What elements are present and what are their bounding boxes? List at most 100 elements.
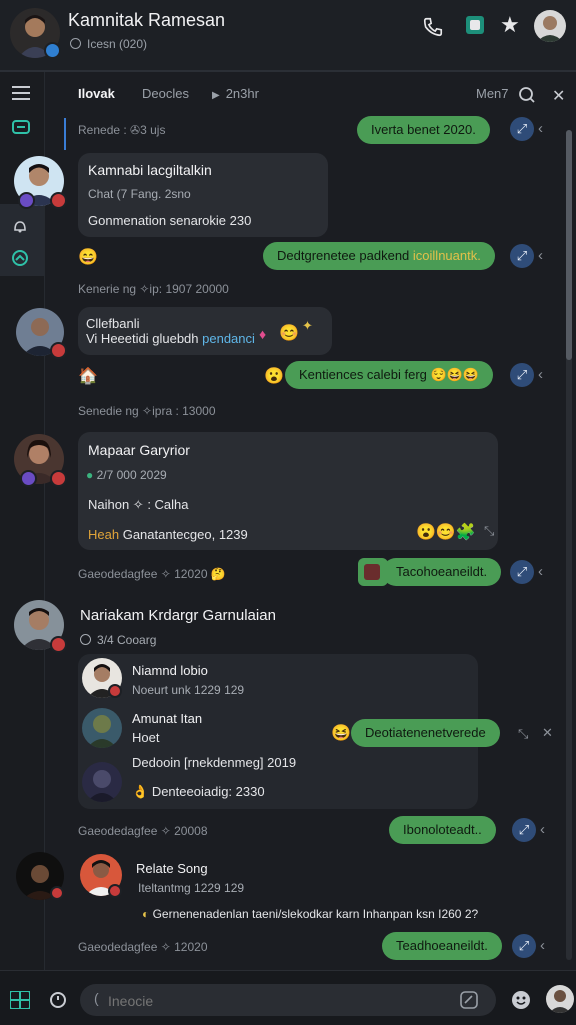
sender-name: Relate Song (136, 861, 208, 876)
expand-icon[interactable]: ⤡ (518, 726, 528, 742)
play-icon: ▶ (212, 90, 220, 101)
status-badge (50, 636, 67, 653)
chevron-left-icon[interactable]: ‹ (538, 247, 543, 264)
reply-bubble[interactable]: Tacohoeaneildt. (382, 558, 502, 586)
message-line: 👌 Denteeoiadig: 2330 (132, 784, 265, 800)
message-line: Dedooin [rnekdenmeg] 2019 (132, 755, 297, 770)
tab-time-label: 2n3hr (225, 86, 259, 101)
reply-highlight: icoillnuantk. (412, 248, 481, 263)
status-text: Icesn (020) (87, 37, 148, 51)
profile-icon[interactable] (534, 10, 566, 42)
phone-icon[interactable] (422, 16, 444, 43)
group-sub: 3/4 Cooarg (80, 633, 156, 647)
refresh-icon[interactable] (10, 248, 30, 273)
status-badge (108, 684, 122, 698)
message-meta: Gaeodedagfee ✧ 12020 🤔 (78, 567, 226, 581)
link-icon[interactable]: ⤢ (510, 363, 534, 387)
status-badge (108, 884, 122, 898)
avatar[interactable] (82, 708, 122, 748)
chat-icon[interactable] (12, 120, 30, 141)
sender-name: Niamnd lobio (132, 663, 208, 678)
status-badge (20, 470, 37, 487)
chevron-left-icon[interactable]: ‹ (538, 120, 543, 137)
grid-icon[interactable] (9, 990, 31, 1014)
app-icon[interactable] (466, 16, 484, 34)
message-text: Gernenenadenlan taeni/slekodkar karn Inh… (152, 907, 479, 921)
text-cursor: ( (94, 990, 99, 1006)
message-date: ● 2/7 000 2029 (86, 468, 167, 482)
close-icon[interactable]: ✕ (542, 725, 553, 741)
sub-text: 3/4 Cooarg (97, 633, 157, 647)
star-icon[interactable]: ★ (500, 12, 520, 38)
contact-status: Icesn (020) (70, 37, 147, 51)
sender-name: Mapaar Garyrior (88, 442, 190, 458)
reply-bubble[interactable]: Teadhoeaneildt. (382, 932, 502, 960)
timer-icon[interactable] (48, 989, 68, 1014)
clock-icon (80, 634, 91, 645)
message-line: Cllefbanli (86, 316, 140, 331)
message-line: Heah Ganatantecgeo, 1239 (88, 527, 248, 542)
message-input[interactable] (106, 988, 450, 1014)
message-composer[interactable]: ( (80, 984, 496, 1016)
scrollbar[interactable] (566, 130, 572, 960)
link-icon[interactable]: ⤢ (510, 560, 534, 584)
status-badge (50, 470, 67, 487)
meta-text: Gaeodedagfee ✧ 12020 (78, 567, 208, 581)
chevron-left-icon[interactable]: ‹ (538, 563, 543, 580)
sender-name: Amunat Itan (132, 711, 203, 726)
filter-bar: Ilovak Deocles ▶ 2n3hr Men7 ✕ (66, 78, 576, 112)
reply-text: Dedtgrenetee padkend (277, 248, 410, 263)
message-text: Ganatantecgeo, 1239 (122, 527, 248, 542)
chevron-left-icon[interactable]: ‹ (540, 937, 545, 954)
chevron-left-icon[interactable]: ‹ (540, 821, 545, 838)
user-avatar[interactable] (546, 985, 574, 1013)
reply-bubble[interactable]: Deotiatenenetverede (351, 719, 500, 747)
status-badge (50, 886, 64, 900)
avatar[interactable] (82, 762, 122, 802)
search-icon[interactable] (518, 86, 536, 109)
globe-icon: ● (86, 468, 94, 482)
expand-icon[interactable]: ⤡ (484, 523, 494, 539)
link-icon[interactable]: ⤢ (510, 117, 534, 141)
bell-icon[interactable] (12, 218, 28, 239)
reply-text: Kentiences calebi ferg (299, 367, 427, 382)
message-meta: Renede : ✇3 ujs (78, 123, 166, 137)
sparkle-icon: ✦ (302, 318, 313, 333)
reply-bubble[interactable]: Iverta benet 2020. (357, 116, 490, 144)
meta-text: Gaeodedagfee ✧ 20008 (78, 824, 208, 838)
clock-icon (70, 38, 81, 49)
online-badge (44, 42, 61, 59)
message-line: Vi Heeetidi gluebdh pendanci (86, 331, 255, 346)
status-badge (50, 342, 67, 359)
reply-bubble[interactable]: Ibonoloteadt.. (389, 816, 496, 844)
meta-text: Gaeodedagfee ✧ 12020 (78, 940, 208, 954)
emoji-icon: 😮 (264, 368, 284, 385)
unread-marker (64, 118, 66, 150)
tab-deocles[interactable]: Deocles (142, 86, 189, 101)
menu-icon[interactable] (12, 86, 30, 105)
message-text: Vi Heeetidi gluebdh (86, 331, 199, 346)
message-text: Denteeoiadig: 2330 (151, 784, 265, 799)
tab-time[interactable]: ▶ 2n3hr (212, 86, 259, 101)
mention-text: pendanci (202, 331, 255, 346)
link-icon[interactable]: ⤢ (512, 818, 536, 842)
close-icon[interactable]: ✕ (552, 86, 565, 106)
emoji-picker-icon[interactable] (510, 989, 532, 1016)
more-label[interactable]: Men7 (476, 86, 509, 101)
emoji-icon: 🤔 (210, 567, 226, 581)
tab-ilovak[interactable]: Ilovak (78, 86, 115, 101)
reply-bubble[interactable]: Kentiences calebi ferg 😌😆😆 (285, 361, 494, 389)
attach-icon[interactable] (460, 991, 478, 1014)
group-name: Nariakam Krdargr Garnulaian (80, 607, 276, 624)
chevron-left-icon[interactable]: ‹ (538, 366, 543, 383)
contact-name: Kamnitak Ramesan (68, 10, 226, 30)
link-icon[interactable]: ⤢ (510, 244, 534, 268)
reply-bubble[interactable]: Dedtgrenetee padkend icoillnuantk. (263, 242, 495, 270)
status-badge (18, 192, 35, 209)
message-meta: Gaeodedagfee ✧ 12020 (78, 940, 208, 954)
scrollbar-thumb[interactable] (566, 130, 572, 360)
heart-icon: ♦ (259, 326, 267, 342)
chat-header: Kamnitak Ramesan Icesn (020) ★ (0, 0, 576, 72)
message-line: Chat (7 Fang. 2sno (88, 187, 191, 201)
link-icon[interactable]: ⤢ (512, 934, 536, 958)
